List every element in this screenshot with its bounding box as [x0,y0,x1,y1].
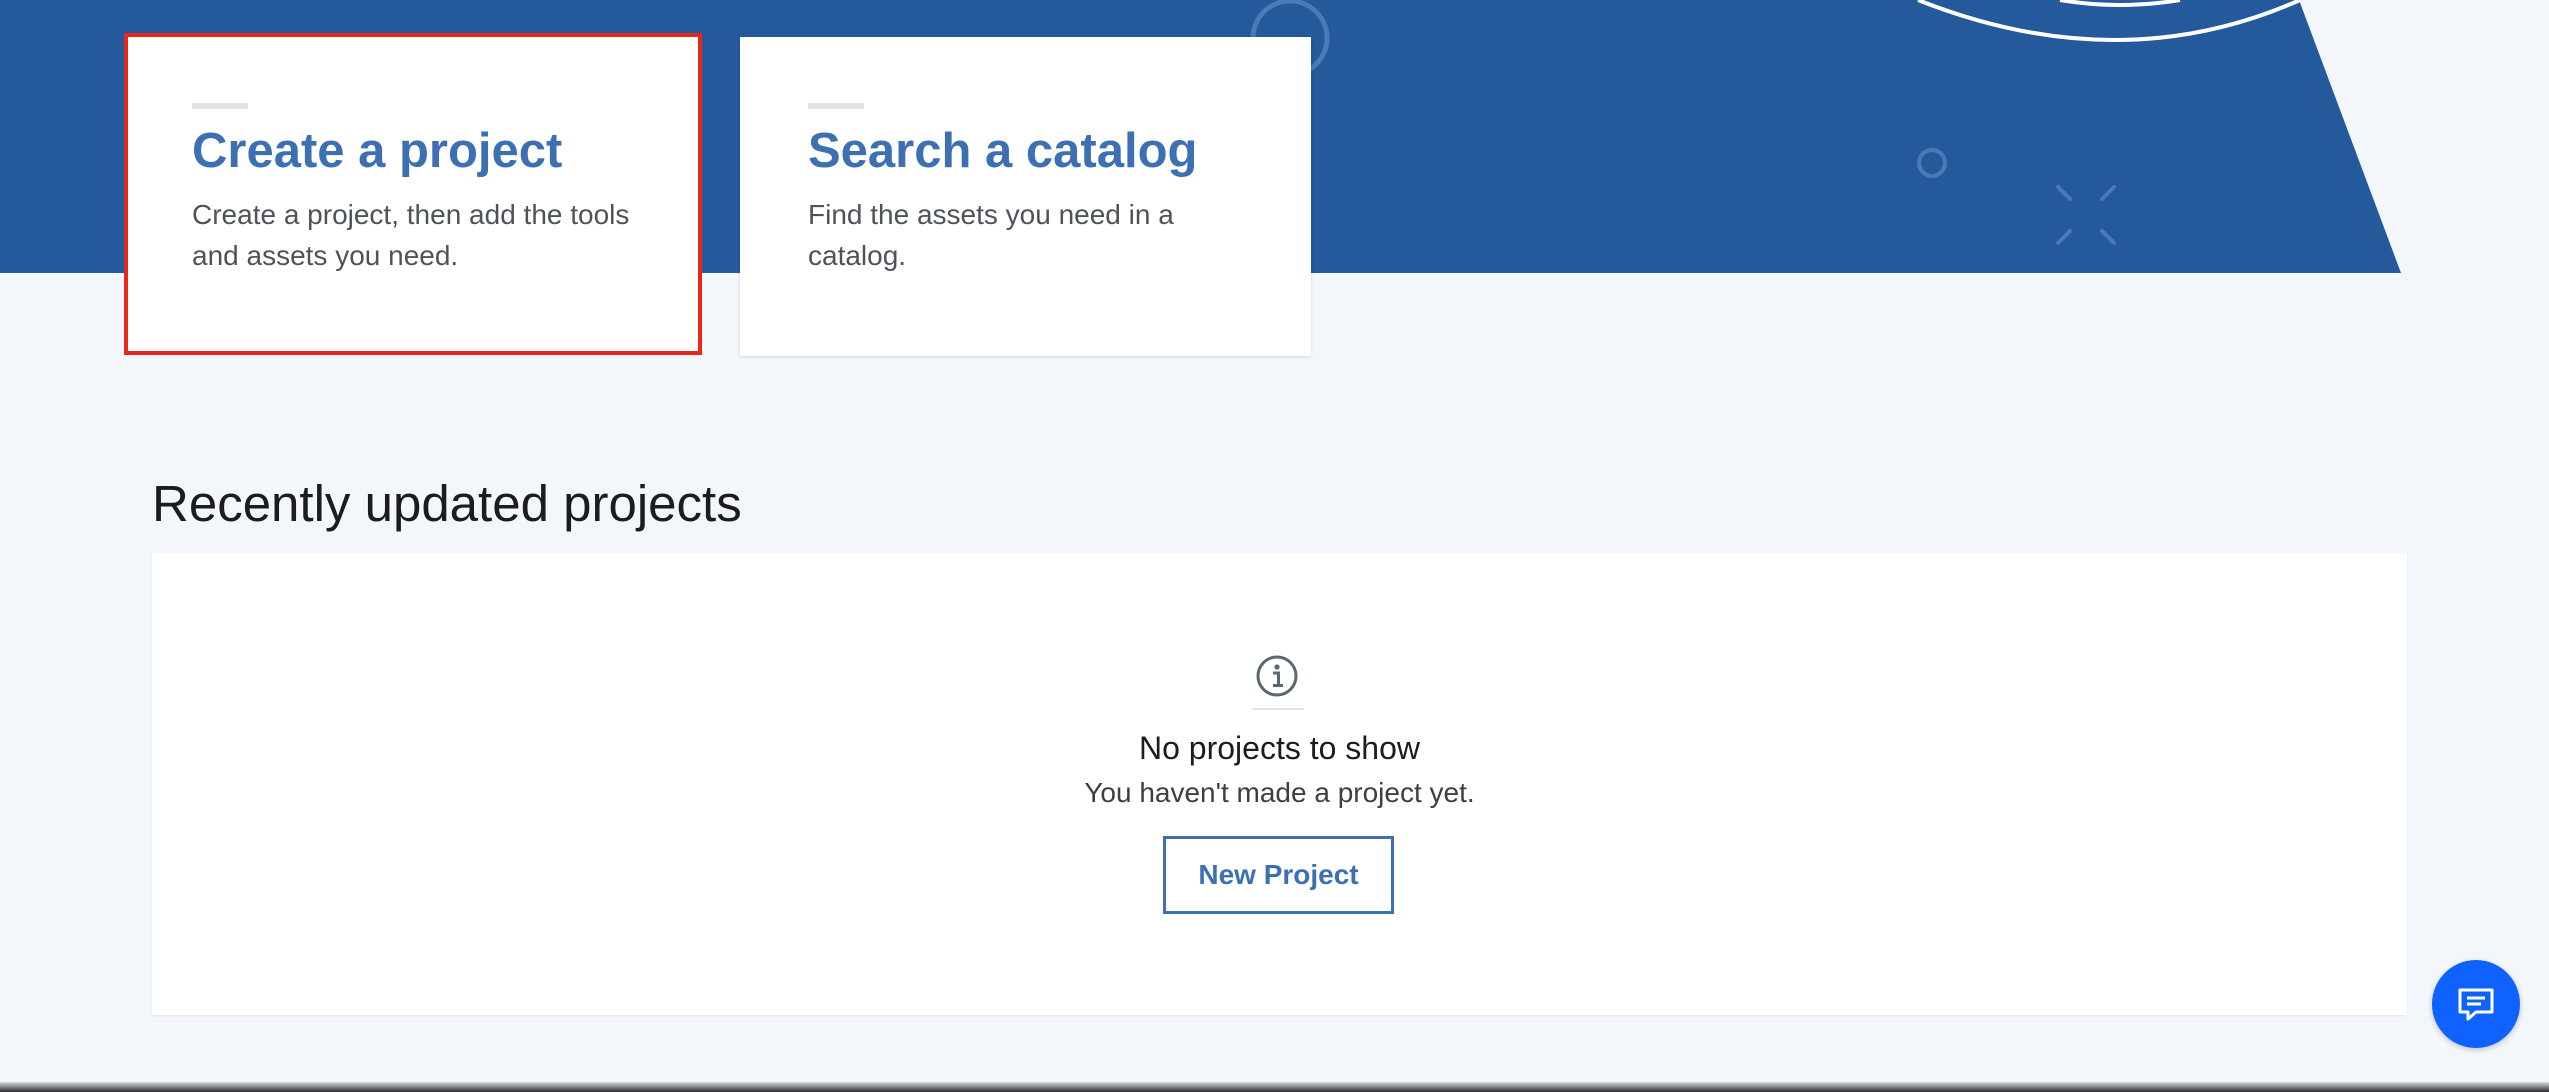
search-catalog-title: Search a catalog [808,124,1198,178]
create-project-description: Create a project, then add the tools and… [192,199,630,271]
create-project-title: Create a project [192,124,563,178]
window-bottom-edge [0,1082,2549,1092]
card-accent-line [192,103,248,109]
chat-icon [2458,988,2494,1021]
empty-state-subtitle: You haven't made a project yet. [1084,777,1475,808]
chat-button[interactable] [2432,960,2520,1048]
info-icon [1256,655,1298,697]
recent-projects-heading: Recently updated projects [152,475,742,532]
search-catalog-description: Find the assets you need in a catalog. [808,199,1174,271]
new-project-button[interactable]: New Project [1163,836,1394,914]
card-accent-line [808,103,864,109]
empty-state-title: No projects to show [1138,730,1420,766]
create-project-card[interactable]: Create a project Create a project, then … [124,33,702,355]
recent-projects-panel: No projects to show You haven't made a p… [152,553,2407,1015]
empty-state: No projects to show You haven't made a p… [152,553,2407,1015]
page: Create a project Create a project, then … [0,0,2549,1092]
search-catalog-card[interactable]: Search a catalog Find the assets you nee… [740,37,1311,356]
info-divider [1252,708,1304,710]
